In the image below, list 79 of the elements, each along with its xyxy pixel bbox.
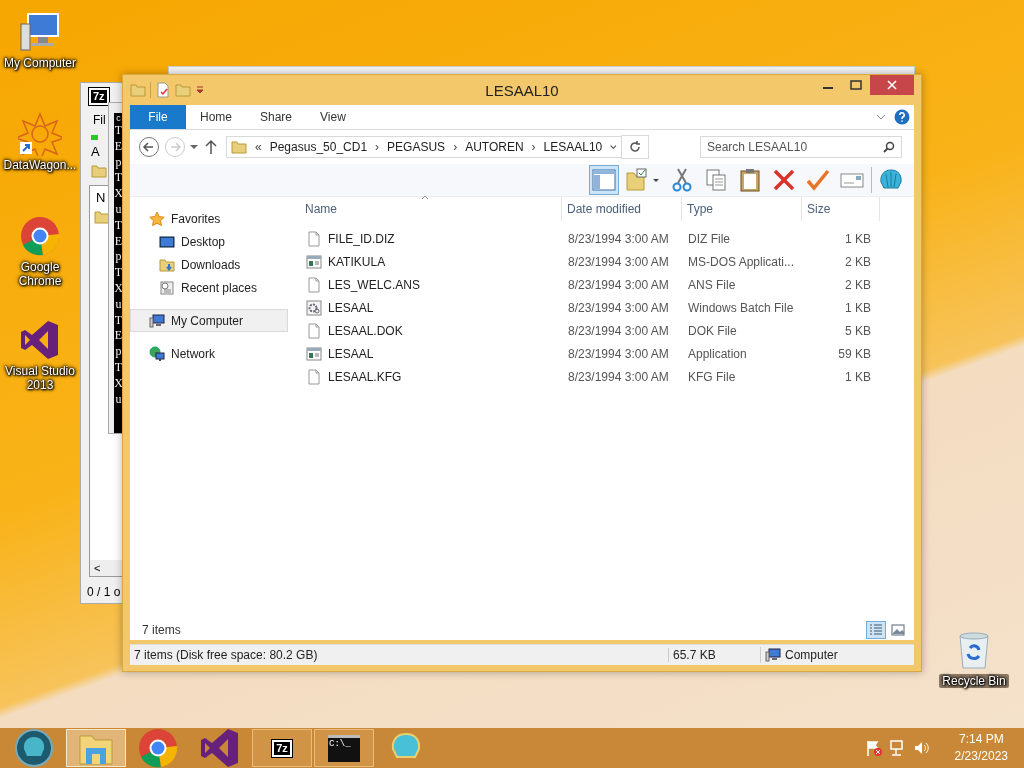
table-cell-text: 59 KB [837,346,872,361]
table-cell-text: 2 KB [844,277,872,292]
archiver-icon[interactable]: 7z [272,739,292,757]
file-name: LESAAL [328,300,374,315]
desktop-icon-label: DataWagon... [3,158,77,172]
file-name: LES_WELC.ANS [328,277,421,292]
table-cell-text: 8/23/1994 3:00 AM [567,277,670,292]
taskbar-button[interactable]: 7z [252,729,312,767]
table-cell-text: 1 KB [844,231,872,246]
table-cell-text: ANS File [687,277,737,292]
table-cell-text: KFG File [687,369,737,384]
navigation-item[interactable]: Favorites [130,207,288,230]
column-header[interactable]: Type [682,197,802,221]
desktop-icon-label: Visual Studio 2013 [4,364,76,392]
table-cell-text: MS-DOS Applicati... [687,254,796,269]
file-row[interactable]: LESAAL.DOK 8/23/1994 3:00 AM DOK File 5 KB [300,319,914,342]
navigation-item[interactable]: Recent places [130,276,288,299]
file-row[interactable]: LESAAL 8/23/1994 3:00 AM Windows Batch File 1 KB [300,296,914,319]
file-row[interactable]: KATIKULA 8/23/1994 3:00 AM MS-DOS Applicati... 2 KB [300,250,914,273]
file-name: KATIKULA [328,254,386,269]
file-row[interactable]: FILE_ID.DIZ 8/23/1994 3:00 AM DIZ File 1 KB [300,227,914,250]
status-location: Computer [785,648,838,662]
scrollbar[interactable]: < [90,560,122,576]
navigation-item[interactable]: Desktop [130,230,288,253]
table-cell-text: 2 KB [844,254,872,269]
table-cell-text: 1 KB [844,369,872,384]
table-cell-text: 8/23/1994 3:00 AM [567,323,670,338]
scroll-left-button[interactable]: < [94,562,101,574]
file-name: LESAAL [328,346,374,361]
item-count: 7 items [142,623,181,637]
status-size: 65.7 KB [668,648,760,662]
path-separator[interactable]: › [531,140,536,154]
table-cell-text: 8/23/1994 3:00 AM [567,300,670,315]
table-cell-text: 5 KB [844,323,872,338]
file-name: LESAAL.DOK [328,323,403,338]
path-separator[interactable]: › [375,140,380,154]
column-header[interactable]: Date modified [562,197,682,221]
table-cell-text: 8/23/1994 3:00 AM [567,254,670,269]
ribbon-tab[interactable]: View [306,105,360,129]
column-header[interactable]: Name [300,197,562,221]
path-separator[interactable]: › [453,140,458,154]
column-header: N [95,189,107,207]
file-row[interactable]: LESAAL 8/23/1994 3:00 AM Application 59 KB [300,342,914,365]
table-cell-text: DIZ File [687,231,731,246]
table-cell-text: 8/23/1994 3:00 AM [567,346,670,361]
navigation-item[interactable]: Network [130,342,288,365]
file-row[interactable]: LESAAL.KFG 8/23/1994 3:00 AM KFG File 1 KB [300,365,914,388]
address-bar[interactable]: « Pegasus_50_CD1 › PEGASUS › AUTOREN › LESAAL10 [226,136,622,158]
file-name: FILE_ID.DIZ [328,231,395,246]
archiver-icon[interactable]: 7z [89,87,109,105]
desktop-icon-label: My Computer [4,56,76,70]
path-overflow[interactable]: « [255,140,262,154]
navigation-item[interactable]: My Computer [130,309,288,332]
path-segment[interactable]: PEGASUS [387,140,446,154]
window-title: LESAAL10 [485,81,559,99]
path-segment[interactable]: Pegasus_50_CD1 [269,140,368,154]
navigation-item[interactable]: Downloads [130,253,288,276]
file-menu-button[interactable]: File [130,105,186,129]
taskbar-button[interactable]: C:\_ [314,729,374,767]
status-text: 7 items (Disk free space: 80.2 GB) [133,648,319,662]
file-row[interactable]: LES_WELC.ANS 8/23/1994 3:00 AM ANS File 2 KB [300,273,914,296]
path-segment[interactable]: LESAAL10 [543,140,603,154]
toolbar-label: A [91,144,100,159]
menu-item[interactable]: Fil [93,109,106,133]
table-cell-text: DOK File [687,323,738,338]
search-field[interactable]: Search LESAAL10 [700,136,902,158]
ribbon-tab[interactable]: Home [186,105,246,129]
file-name: LESAAL.KFG [328,369,402,384]
desktop-icon-label: Google Chrome [17,260,63,288]
column-header[interactable]: Size [802,197,880,221]
table-cell-text: Windows Batch File [687,300,795,315]
status-text: 0 / 1 o [86,584,122,601]
table-cell-text: 8/23/1994 3:00 AM [567,369,670,384]
ribbon-tab[interactable]: Share [246,105,307,129]
table-cell-text: Application [687,346,748,361]
table-cell-text: 1 KB [844,300,872,315]
terminal-icon[interactable]: C:\_ [328,734,360,762]
table-cell-text: 8/23/1994 3:00 AM [567,231,670,246]
path-segment[interactable]: AUTOREN [465,140,524,154]
